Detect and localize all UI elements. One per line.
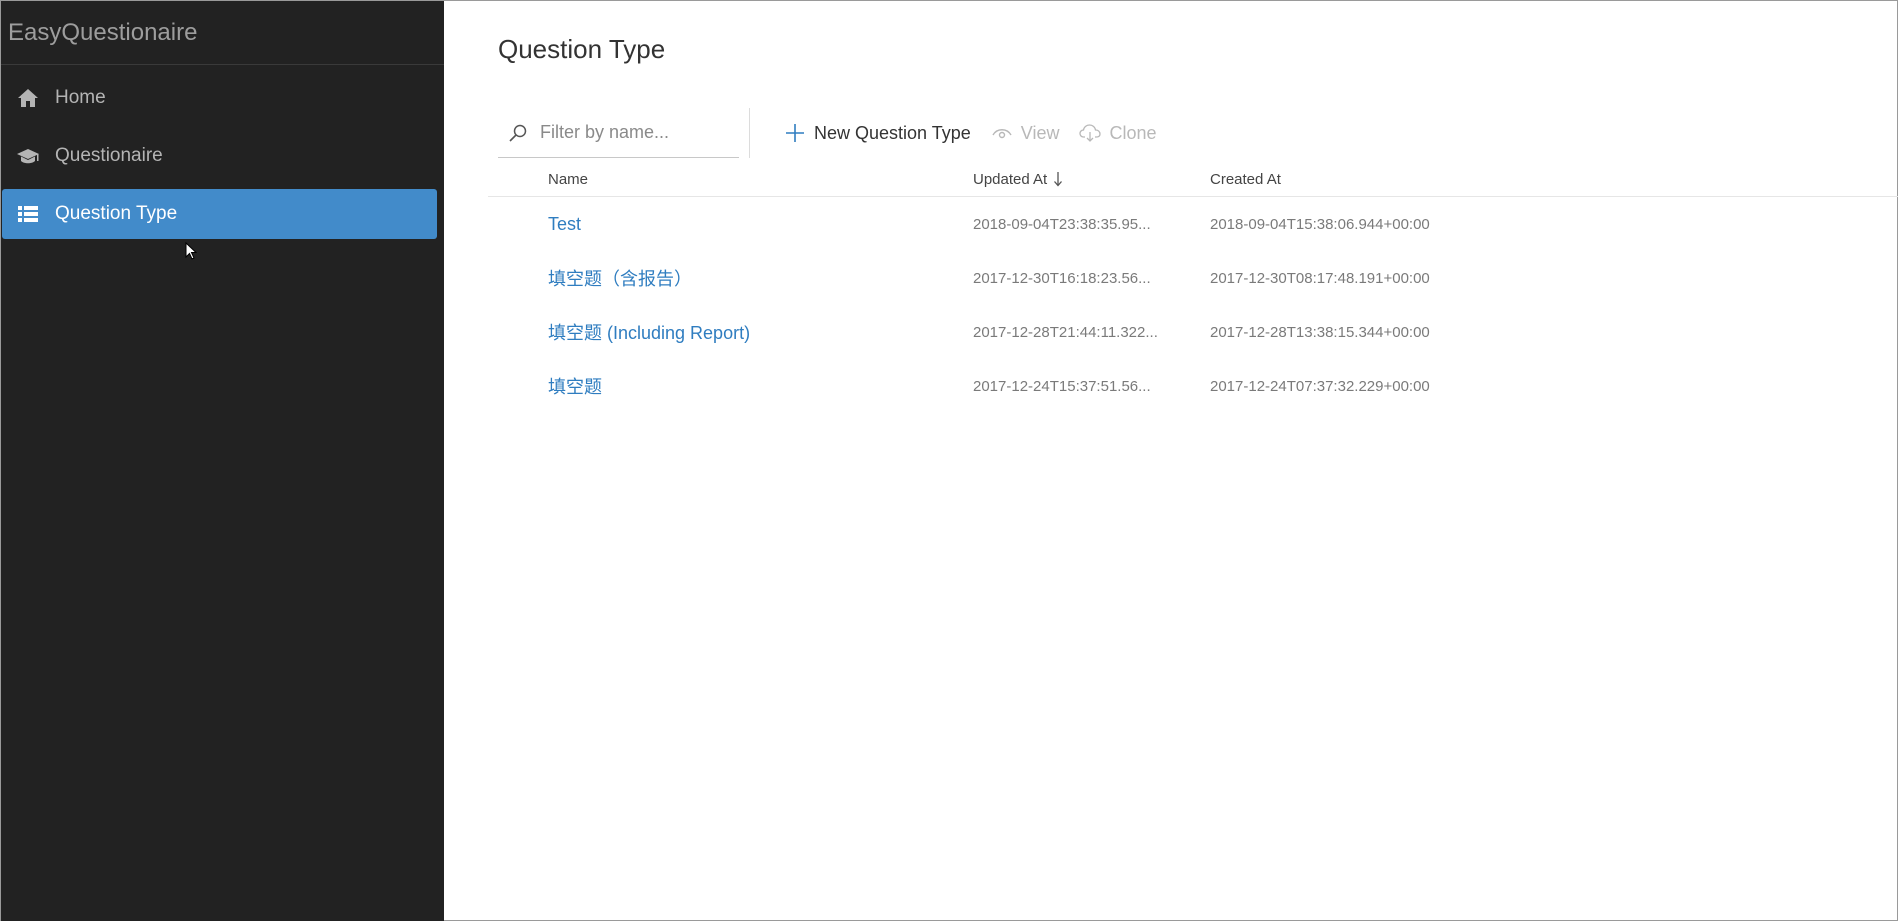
row-created-at: 2017-12-30T08:17:48.191+00:00: [1210, 269, 1430, 287]
search-input[interactable]: [540, 122, 730, 143]
main-content: Question Type New Question Type View: [444, 1, 1898, 921]
row-created-at: 2017-12-24T07:37:32.229+00:00: [1210, 377, 1430, 395]
search-icon: [508, 123, 528, 143]
row-name-link[interactable]: 填空题 (Including Report): [548, 305, 750, 359]
row-updated-at: 2017-12-24T15:37:51.56...: [973, 377, 1151, 395]
search-box[interactable]: [498, 108, 739, 158]
table-header: Name Updated At Created At: [488, 161, 1898, 197]
row-name-link[interactable]: 填空题（含报告）: [548, 251, 692, 305]
sidebar: EasyQuestionaire Home Questionaire Quest…: [1, 1, 444, 921]
command-bar: New Question Type View Clone: [498, 108, 1177, 158]
row-updated-at: 2017-12-30T16:18:23.56...: [973, 269, 1151, 287]
sidebar-item-question-type[interactable]: Question Type: [2, 189, 437, 239]
cloud-download-icon: [1079, 122, 1102, 144]
question-type-table: Name Updated At Created At Test 2018-09-…: [488, 161, 1898, 413]
table-row[interactable]: 填空题 2017-12-24T15:37:51.56... 2017-12-24…: [488, 359, 1898, 413]
column-header-created-at[interactable]: Created At: [1210, 161, 1281, 197]
graduation-cap-icon: [16, 144, 40, 168]
clone-button[interactable]: Clone: [1079, 122, 1157, 144]
sidebar-item-questionaire[interactable]: Questionaire: [2, 131, 437, 181]
sidebar-item-label: Question Type: [55, 203, 178, 224]
list-icon: [16, 202, 40, 226]
eye-icon: [991, 122, 1013, 144]
home-icon: [16, 86, 40, 110]
row-updated-at: 2018-09-04T23:38:35.95...: [973, 215, 1151, 233]
table-row[interactable]: 填空题 (Including Report) 2017-12-28T21:44:…: [488, 305, 1898, 359]
row-name-link[interactable]: Test: [548, 197, 581, 251]
app-title[interactable]: EasyQuestionaire: [1, 1, 444, 65]
sidebar-item-label: Questionaire: [55, 145, 163, 166]
column-header-label: Updated At: [973, 170, 1048, 188]
view-button[interactable]: View: [991, 122, 1060, 144]
page-title: Question Type: [498, 34, 666, 64]
mouse-cursor-icon: [185, 241, 198, 265]
sidebar-item-label: Home: [55, 87, 106, 108]
plus-icon: [784, 122, 806, 144]
column-header-name[interactable]: Name: [548, 161, 588, 197]
row-name-link[interactable]: 填空题: [548, 359, 602, 413]
row-created-at: 2018-09-04T15:38:06.944+00:00: [1210, 215, 1430, 233]
sort-descending-icon: [1053, 171, 1063, 187]
table-row[interactable]: 填空题（含报告） 2017-12-30T16:18:23.56... 2017-…: [488, 251, 1898, 305]
app-window: EasyQuestionaire Home Questionaire Quest…: [0, 0, 1898, 921]
clone-label: Clone: [1109, 122, 1157, 143]
view-label: View: [1020, 122, 1060, 143]
new-question-type-button[interactable]: New Question Type: [784, 122, 971, 144]
table-row[interactable]: Test 2018-09-04T23:38:35.95... 2018-09-0…: [488, 197, 1898, 251]
sidebar-nav: Home Questionaire Question Type: [1, 73, 444, 239]
row-created-at: 2017-12-28T13:38:15.344+00:00: [1210, 323, 1430, 341]
column-header-updated-at[interactable]: Updated At: [973, 161, 1063, 197]
new-question-type-label: New Question Type: [814, 122, 971, 143]
table-body: Test 2018-09-04T23:38:35.95... 2018-09-0…: [488, 197, 1898, 413]
row-updated-at: 2017-12-28T21:44:11.322...: [973, 323, 1158, 341]
toolbar-divider: [749, 108, 750, 158]
sidebar-item-home[interactable]: Home: [2, 73, 437, 123]
